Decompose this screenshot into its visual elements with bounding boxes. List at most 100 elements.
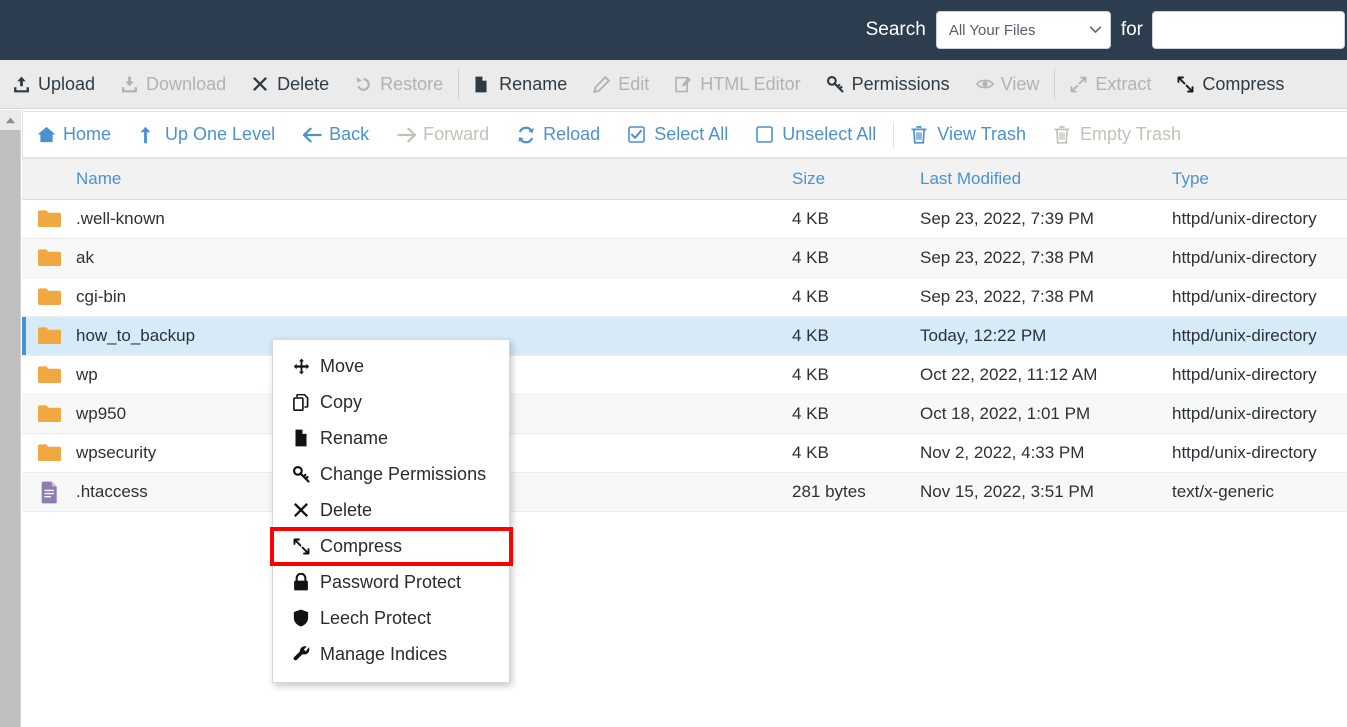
toolbar-delete-button[interactable]: Delete [239, 60, 342, 108]
toolbar-html-editor-button[interactable]: HTML Editor [662, 60, 813, 108]
table-row-selected[interactable]: how_to_backup 4 KB Today, 12:22 PM httpd… [22, 317, 1347, 356]
row-icon-cell [22, 200, 76, 239]
folder-icon [37, 442, 62, 464]
move-icon [291, 356, 311, 376]
context-menu-item-label: Change Permissions [320, 464, 486, 485]
file-type-cell: httpd/unix-directory [1172, 200, 1347, 239]
file-type-cell: httpd/unix-directory [1172, 317, 1347, 356]
toolbar-view-button[interactable]: View [963, 60, 1053, 108]
context-menu-item-label: Rename [320, 428, 388, 449]
nav-item-label: Back [329, 124, 369, 145]
toolbar-divider [458, 69, 459, 99]
left-scrollbar[interactable] [0, 110, 21, 727]
context-menu-item-move[interactable]: Move [273, 348, 509, 384]
toolbar-extract-button[interactable]: Extract [1057, 60, 1164, 108]
file-size-cell: 4 KB [792, 395, 920, 434]
file-type-cell: httpd/unix-directory [1172, 356, 1347, 395]
row-icon-cell [22, 239, 76, 278]
context-menu-item-change-permissions[interactable]: Change Permissions [273, 456, 509, 492]
column-header-size[interactable]: Size [792, 159, 920, 200]
search-scope-select-wrapper: All Your Files [936, 11, 1111, 49]
nav-item-label: View Trash [937, 124, 1026, 145]
search-bar: Search All Your Files for [0, 0, 1347, 60]
table-row[interactable]: ak 4 KB Sep 23, 2022, 7:38 PM httpd/unix… [22, 239, 1347, 278]
column-header-name[interactable]: Name [76, 159, 792, 200]
toolbar-item-label: Compress [1202, 74, 1284, 95]
x-icon [252, 75, 271, 94]
nav-item-label: Reload [543, 124, 600, 145]
toolbar-restore-button[interactable]: Restore [342, 60, 456, 108]
scroll-up-arrow-icon[interactable] [0, 110, 21, 130]
file-context-menu: Move Copy Rename Change Permissions Dele… [272, 339, 510, 683]
toolbar-compress-button[interactable]: Compress [1164, 60, 1297, 108]
arrow-up-icon [139, 125, 158, 144]
file-name-cell[interactable]: cgi-bin [76, 278, 792, 317]
context-menu-item-compress[interactable]: Compress [273, 528, 509, 564]
eye-icon [976, 75, 995, 94]
context-menu-item-label: Move [320, 356, 364, 377]
copy-icon [291, 392, 311, 412]
nav-item-label: Up One Level [165, 124, 275, 145]
search-input[interactable] [1152, 11, 1345, 49]
nav-back-button[interactable]: Back [289, 112, 383, 157]
toolbar-item-label: Upload [38, 74, 95, 95]
toolbar-edit-button[interactable]: Edit [580, 60, 662, 108]
search-scope-select[interactable]: All Your Files [936, 11, 1111, 49]
file-name-cell[interactable]: .well-known [76, 200, 792, 239]
context-menu-item-copy[interactable]: Copy [273, 384, 509, 420]
file-size-cell: 4 KB [792, 200, 920, 239]
toolbar-upload-button[interactable]: Upload [0, 60, 108, 108]
context-menu-item-leech-protect[interactable]: Leech Protect [273, 600, 509, 636]
table-row[interactable]: wp950 4 KB Oct 18, 2022, 1:01 PM httpd/u… [22, 395, 1347, 434]
folder-icon [37, 247, 62, 269]
file-modified-cell: Sep 23, 2022, 7:38 PM [920, 239, 1172, 278]
context-menu-item-label: Password Protect [320, 572, 461, 593]
toolbar-permissions-button[interactable]: Permissions [814, 60, 963, 108]
table-header-row: Name Size Last Modified Type [22, 159, 1347, 200]
toolbar-item-label: Download [146, 74, 226, 95]
column-header-last-modified[interactable]: Last Modified [920, 159, 1172, 200]
table-row[interactable]: cgi-bin 4 KB Sep 23, 2022, 7:38 PM httpd… [22, 278, 1347, 317]
context-menu-item-delete[interactable]: Delete [273, 492, 509, 528]
nav-home-button[interactable]: Home [23, 112, 125, 157]
nav-forward-button[interactable]: Forward [383, 112, 503, 157]
row-icon-cell [22, 317, 76, 356]
file-action-toolbar: Upload Download Delete Restore Rename Ed… [0, 60, 1347, 109]
nav-select-all-button[interactable]: Select All [614, 112, 742, 157]
file-modified-cell: Sep 23, 2022, 7:39 PM [920, 200, 1172, 239]
row-icon-cell [22, 278, 76, 317]
toolbar-item-label: View [1001, 74, 1040, 95]
context-menu-item-rename[interactable]: Rename [273, 420, 509, 456]
nav-unselect-all-button[interactable]: Unselect All [742, 112, 890, 157]
shield-icon [291, 608, 311, 628]
column-header-type[interactable]: Type [1172, 159, 1347, 200]
file-icon [474, 75, 493, 94]
context-menu-item-password-protect[interactable]: Password Protect [273, 564, 509, 600]
table-row[interactable]: .well-known 4 KB Sep 23, 2022, 7:39 PM h… [22, 200, 1347, 239]
file-type-cell: httpd/unix-directory [1172, 434, 1347, 473]
lock-icon [291, 572, 311, 592]
file-icon [291, 428, 311, 448]
context-menu-item-manage-indices[interactable]: Manage Indices [273, 636, 509, 672]
toolbar-download-button[interactable]: Download [108, 60, 239, 108]
toolbar-item-label: Permissions [852, 74, 950, 95]
file-modified-cell: Oct 22, 2022, 11:12 AM [920, 356, 1172, 395]
context-menu-item-label: Copy [320, 392, 362, 413]
folder-icon [37, 403, 62, 425]
row-icon-cell [22, 473, 76, 512]
trash-icon [911, 125, 930, 144]
restore-icon [355, 75, 374, 94]
table-row[interactable]: wpsecurity 4 KB Nov 2, 2022, 4:33 PM htt… [22, 434, 1347, 473]
toolbar-rename-button[interactable]: Rename [461, 60, 580, 108]
nav-reload-button[interactable]: Reload [503, 112, 614, 157]
nav-view-trash-button[interactable]: View Trash [897, 112, 1040, 157]
file-type-cell: httpd/unix-directory [1172, 395, 1347, 434]
table-row[interactable]: .htaccess 281 bytes Nov 15, 2022, 3:51 P… [22, 473, 1347, 512]
compress-icon [291, 536, 311, 556]
nav-empty-trash-button[interactable]: Empty Trash [1040, 112, 1195, 157]
file-name-cell[interactable]: ak [76, 239, 792, 278]
file-modified-cell: Sep 23, 2022, 7:38 PM [920, 278, 1172, 317]
nav-up-one-level-button[interactable]: Up One Level [125, 112, 289, 157]
table-row[interactable]: wp 4 KB Oct 22, 2022, 11:12 AM httpd/uni… [22, 356, 1347, 395]
search-label: Search [866, 19, 926, 41]
